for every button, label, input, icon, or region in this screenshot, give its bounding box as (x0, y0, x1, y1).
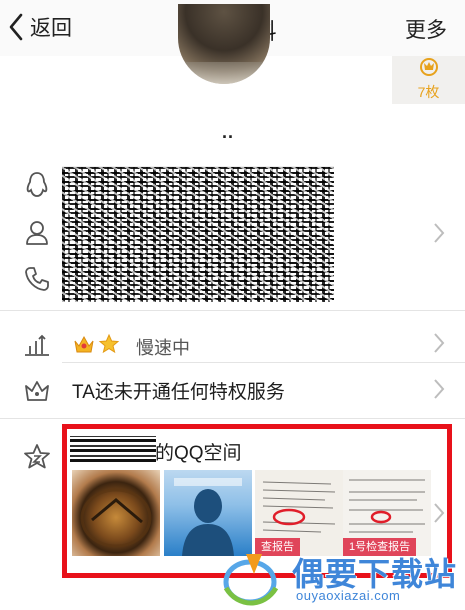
qzone-star-icon (24, 444, 50, 469)
growth-speed-label: 慢速中 (136, 338, 190, 358)
back-label: 返回 (30, 17, 72, 40)
row-divider (62, 362, 465, 363)
chevron-right-icon[interactable] (433, 378, 445, 400)
qq-penguin-icon (26, 172, 48, 197)
nickname: .. (222, 122, 235, 142)
chevron-right-icon[interactable] (433, 332, 445, 354)
crown-outline-icon (25, 381, 49, 401)
vip-level-icons (72, 333, 120, 360)
person-icon (26, 221, 48, 245)
medal-icon (420, 58, 438, 76)
crown-icon (74, 335, 94, 353)
watermark-logo-icon (223, 554, 279, 606)
avatar[interactable] (178, 4, 270, 84)
more-button[interactable]: 更多 (405, 14, 447, 44)
chevron-right-icon[interactable] (433, 222, 445, 244)
level-chart-icon (25, 334, 49, 356)
section-divider (0, 310, 465, 311)
star-icon (99, 333, 120, 354)
watermark-url: ouyaoxiazai.com (296, 588, 401, 603)
chevron-left-icon (9, 13, 23, 41)
phone-icon (25, 267, 49, 291)
privilege-status[interactable]: TA还未开通任何特权服务 (72, 377, 285, 404)
medal-badge[interactable]: 7枚 (392, 56, 465, 104)
section-divider (0, 418, 465, 419)
badge-count: 7枚 (417, 84, 440, 100)
redacted-account-info (62, 166, 334, 302)
back-button[interactable]: 返回 (8, 12, 72, 42)
